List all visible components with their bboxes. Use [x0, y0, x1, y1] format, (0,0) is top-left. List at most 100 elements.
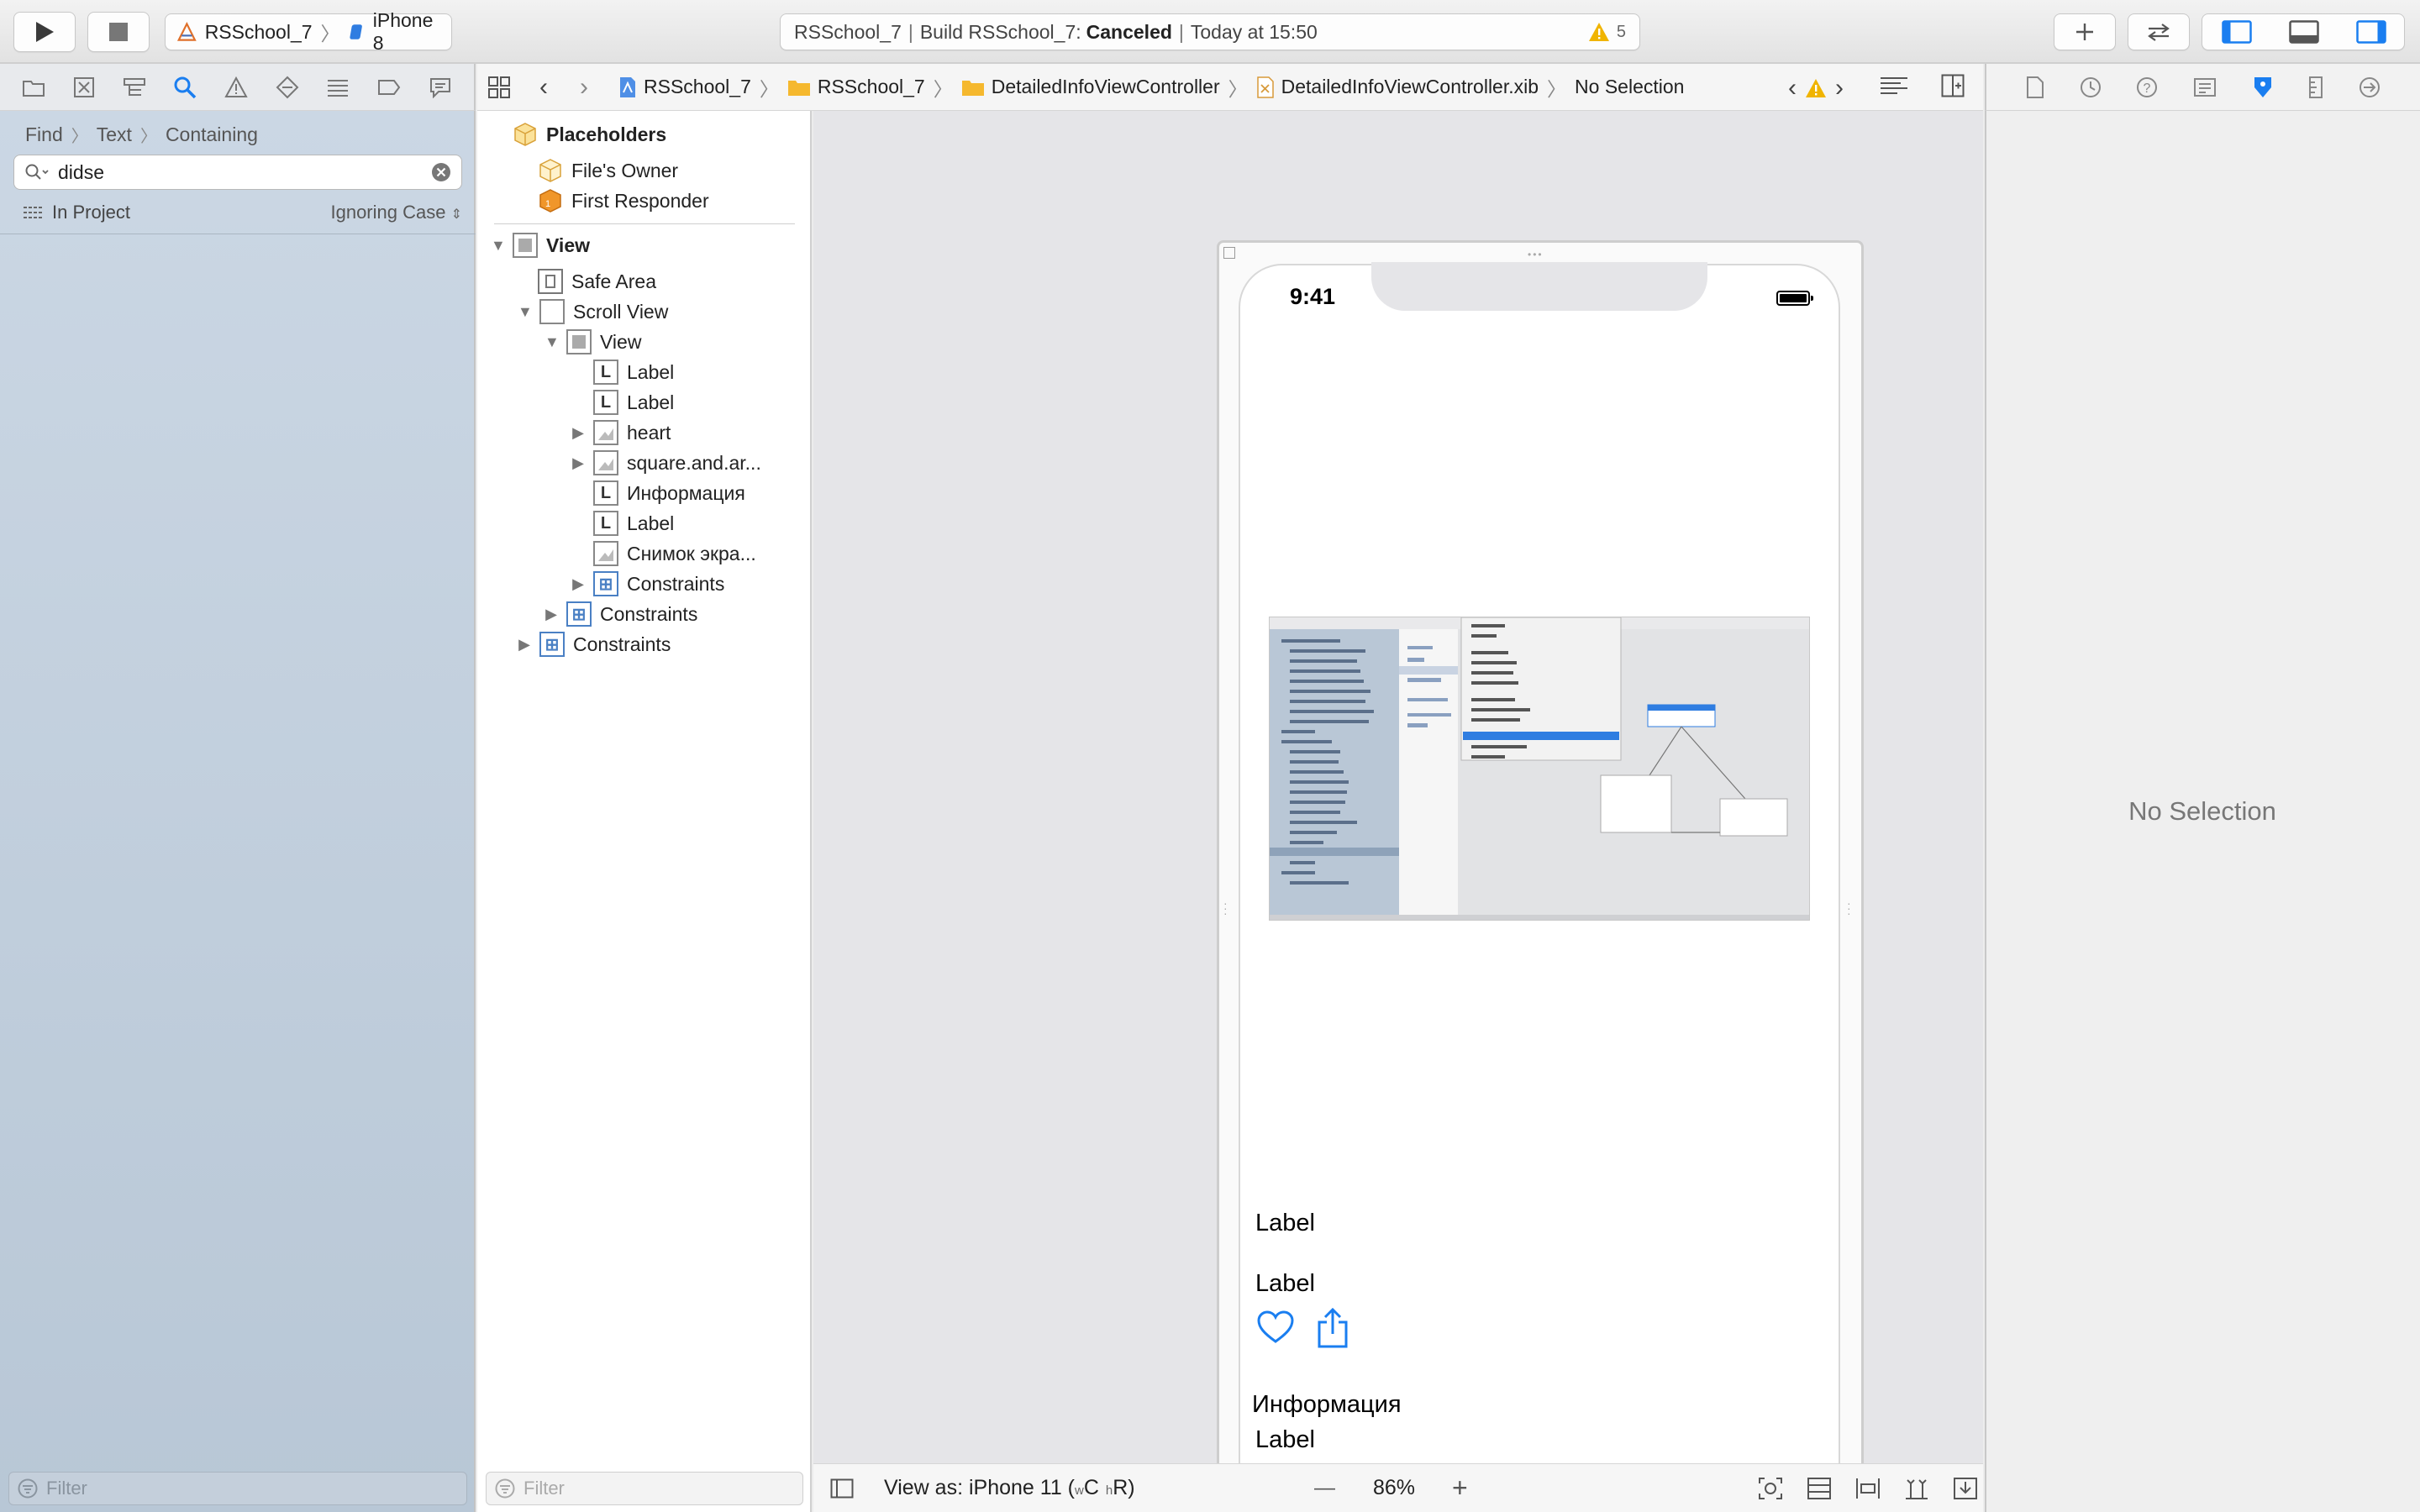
debug-list-icon[interactable] — [326, 77, 350, 97]
breadcrumb-folder[interactable]: DetailedInfoViewController — [961, 76, 1220, 98]
outline-item-label-3[interactable]: L Label — [593, 508, 674, 538]
attributes-inspector-icon[interactable] — [2252, 76, 2274, 99]
outline-item-first-responder[interactable]: 1 First Responder — [538, 186, 709, 216]
outline-item-inner-view[interactable]: ▼ View — [544, 327, 641, 357]
find-search-field[interactable]: didse — [13, 155, 462, 190]
toggle-inspector-button[interactable] — [2356, 20, 2390, 45]
device-config-button[interactable]: View as: iPhone 11 ( w C h R) — [884, 1476, 1135, 1500]
xcode-screenshot-image — [1270, 617, 1809, 920]
connections-inspector-icon[interactable] — [2359, 76, 2381, 98]
library-button[interactable] — [2054, 13, 2116, 50]
source-control-icon[interactable] — [73, 76, 95, 98]
test-diamond-icon[interactable] — [276, 76, 299, 99]
outline-item-label-1[interactable]: L Label — [593, 357, 674, 387]
device-notch — [1371, 262, 1707, 311]
find-mode-path[interactable]: Find 〉 Text 〉 Containing — [25, 123, 258, 147]
case-mode-popup[interactable]: Ignoring Case ⇕ — [330, 202, 462, 223]
canvas-info-label[interactable]: Информация — [1252, 1391, 1402, 1419]
heart-button[interactable] — [1257, 1310, 1294, 1344]
outline-item-label-2[interactable]: L Label — [593, 387, 674, 417]
breadcrumb-file[interactable]: DetailedInfoViewController.xib — [1256, 76, 1539, 98]
breadcrumb-group[interactable]: RSSchool_7 — [787, 76, 925, 98]
related-items-grid-icon[interactable] — [487, 76, 511, 99]
outline-item-safe-area[interactable]: Safe Area — [538, 266, 656, 297]
disclosure-closed-icon[interactable]: ▶ — [571, 455, 585, 470]
disclosure-open-icon[interactable]: ▼ — [518, 304, 533, 319]
clear-icon[interactable] — [431, 162, 451, 182]
outline-label: Constraints — [573, 633, 671, 655]
resize-handle-icon[interactable]: ••• — [1528, 249, 1544, 260]
scheme-selector[interactable]: RSSchool_7 〉 iPhone 8 — [165, 9, 452, 54]
outline-label: View — [600, 330, 642, 353]
disclosure-closed-icon[interactable]: ▶ — [571, 576, 585, 591]
issue-warning-icon[interactable] — [224, 76, 248, 98]
outline-item-snapshot[interactable]: Снимок экра... — [593, 538, 756, 569]
code-review-button[interactable] — [2128, 13, 2190, 50]
identity-inspector-icon[interactable] — [2193, 77, 2217, 97]
left-resize-handle[interactable]: · · · — [1223, 897, 1228, 919]
outline-item-constraints-inner[interactable]: ▶ ⊞ Constraints — [571, 569, 724, 599]
outline-item-heart[interactable]: ▶ heart — [571, 417, 671, 448]
search-icon[interactable] — [173, 76, 197, 99]
next-issue-chevron-icon[interactable]: › — [1835, 74, 1844, 102]
update-frames-icon[interactable] — [1758, 1477, 1783, 1500]
editor-options-button[interactable] — [1879, 76, 1909, 97]
folder-icon[interactable] — [22, 77, 45, 97]
resolve-issues-icon[interactable] — [1953, 1477, 1978, 1500]
align-icon[interactable] — [1855, 1477, 1881, 1500]
breadcrumb-selection[interactable]: No Selection — [1575, 76, 1684, 98]
forward-chevron-icon[interactable]: › — [580, 73, 588, 102]
toggle-outline-icon[interactable] — [830, 1478, 854, 1499]
quick-help-icon[interactable]: ? — [2136, 76, 2158, 98]
snapshot-image-view[interactable] — [1269, 617, 1810, 921]
disclosure-open-icon[interactable]: ▼ — [544, 334, 560, 349]
scope-in-project[interactable]: In Project — [52, 202, 130, 223]
disclosure-closed-icon[interactable]: ▶ — [571, 425, 585, 440]
toggle-navigator-button[interactable] — [2222, 20, 2255, 45]
safe-area-icon — [538, 269, 563, 294]
zoom-in-button[interactable]: + — [1452, 1473, 1468, 1504]
breakpoint-icon[interactable] — [377, 79, 401, 96]
previous-issue-chevron-icon[interactable]: ‹ — [1788, 74, 1797, 102]
disclosure-closed-icon[interactable]: ▶ — [518, 637, 531, 652]
image-view-icon — [593, 420, 618, 445]
outline-item-constraints-scroll[interactable]: ▶ ⊞ Constraints — [544, 599, 697, 629]
outline-item-square-arrow[interactable]: ▶ square.and.ar... — [571, 448, 761, 478]
stop-button[interactable] — [87, 12, 150, 52]
back-chevron-icon[interactable]: ‹ — [539, 73, 548, 102]
find-mode-containing[interactable]: Containing — [166, 123, 258, 146]
outline-item-info[interactable]: L Информация — [593, 478, 745, 508]
find-mode-find[interactable]: Find — [25, 123, 63, 146]
navigator-filter[interactable]: Filter — [8, 1472, 467, 1505]
history-clock-icon[interactable] — [2080, 76, 2102, 98]
file-inspector-icon[interactable] — [2026, 76, 2044, 98]
search-input[interactable]: didse — [58, 161, 423, 184]
outline-item-files-owner[interactable]: File's Owner — [538, 155, 678, 186]
outline-item-scroll-view[interactable]: ▼ Scroll View — [518, 297, 668, 327]
disclosure-closed-icon[interactable]: ▶ — [544, 606, 558, 622]
outline-item-view[interactable]: ▼ View — [491, 230, 590, 260]
symbol-icon[interactable] — [123, 76, 146, 98]
zoom-out-button[interactable]: — — [1314, 1476, 1335, 1500]
canvas-label-a[interactable]: Label — [1255, 1210, 1315, 1237]
find-mode-text[interactable]: Text — [97, 123, 132, 146]
zoom-level[interactable]: 86% — [1373, 1476, 1415, 1500]
report-icon[interactable] — [429, 76, 452, 98]
share-button[interactable] — [1316, 1307, 1349, 1349]
run-button[interactable] — [13, 12, 76, 52]
right-resize-handle[interactable]: · · · — [1847, 897, 1851, 919]
scene-close-icon[interactable] — [1223, 247, 1235, 259]
disclosure-open-icon[interactable]: ▼ — [491, 238, 506, 253]
add-editor-button[interactable] — [1941, 74, 1965, 97]
canvas-label-b[interactable]: Label — [1255, 1270, 1315, 1298]
canvas-label-c[interactable]: Label — [1255, 1426, 1315, 1454]
chevron-right-icon: 〉 — [71, 128, 88, 146]
warning-indicator[interactable]: 5 — [1588, 22, 1626, 42]
embed-stack-icon[interactable] — [1807, 1477, 1832, 1500]
toggle-debug-button[interactable] — [2289, 20, 2323, 45]
breadcrumb-project[interactable]: RSSchool_7 — [618, 76, 751, 98]
outline-filter[interactable]: Filter — [486, 1472, 803, 1505]
add-constraints-icon[interactable] — [1904, 1477, 1929, 1500]
outline-item-constraints-root[interactable]: ▶ ⊞ Constraints — [518, 629, 671, 659]
size-inspector-icon[interactable] — [2308, 76, 2323, 99]
